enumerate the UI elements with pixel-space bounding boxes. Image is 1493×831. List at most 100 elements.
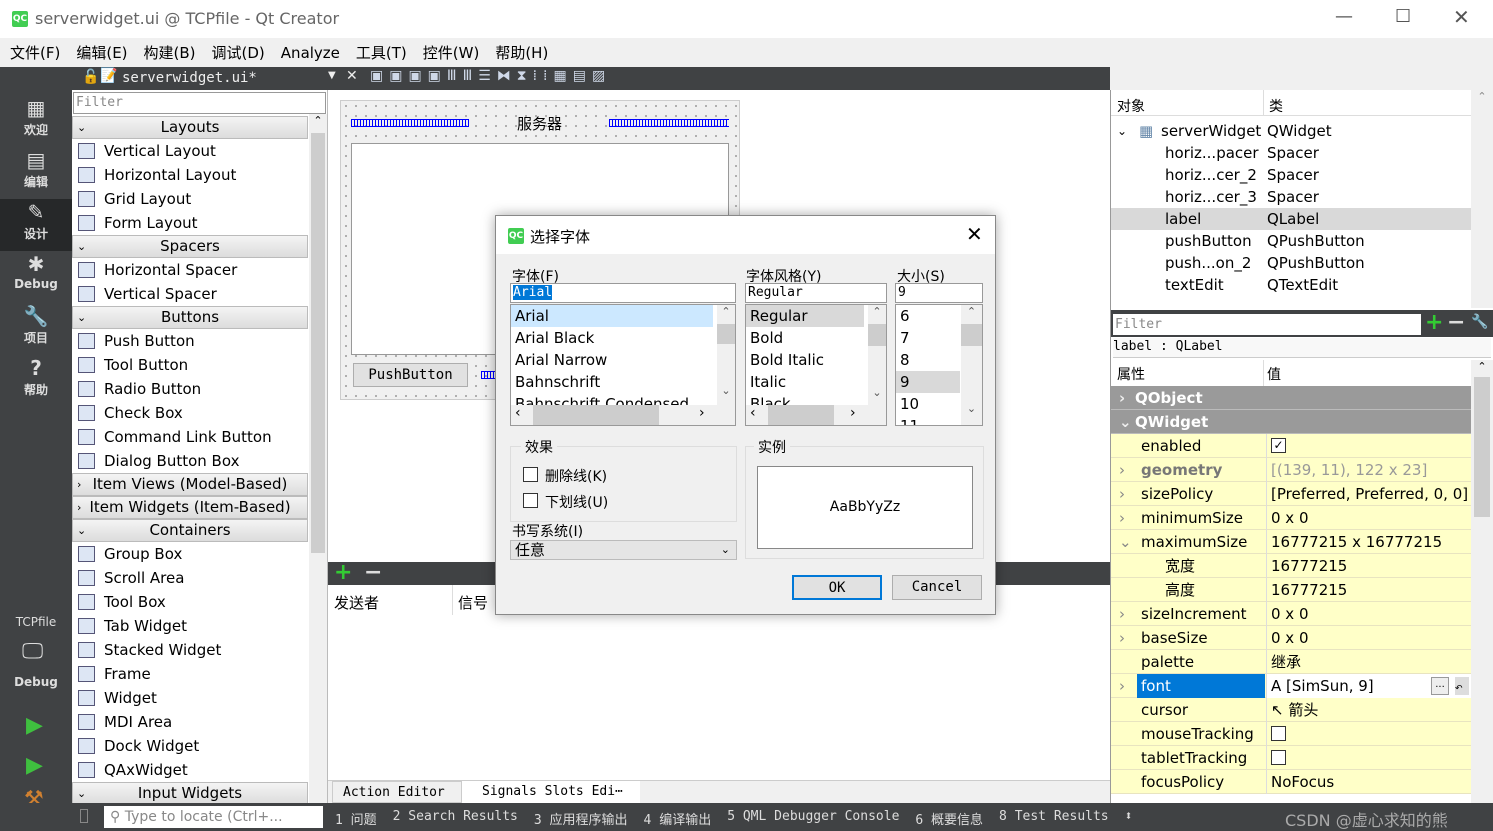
menu-item[interactable]: 工具(T) [356, 42, 407, 63]
mode-bug[interactable]: ✱ Debug [0, 251, 72, 303]
column-value[interactable]: 值 [1267, 364, 1281, 384]
property-row[interactable]: › baseSize 0 x 0 [1111, 626, 1471, 650]
tab-signals-slots-editor[interactable]: Signals Slots Edi⋯ [462, 781, 640, 803]
widget-item[interactable]: Scroll Area [72, 566, 308, 590]
widget-filter-input[interactable]: Filter [73, 92, 326, 114]
style-item[interactable]: Regular [746, 305, 864, 327]
widget-item[interactable]: Command Link Button [72, 425, 308, 449]
chevron-down-icon[interactable]: ⌄ [1119, 530, 1132, 554]
font-style-input[interactable]: Regular [745, 283, 887, 303]
widget-item[interactable]: Vertical Layout [72, 139, 308, 163]
font-item[interactable]: Arial [511, 305, 713, 327]
output-pane-button[interactable]: 6 概要信息 [915, 809, 983, 828]
object-inspector-scrollbar[interactable]: ⌃ [1471, 90, 1493, 308]
column-signal[interactable]: 信号 [458, 592, 488, 613]
chevron-down-icon[interactable]: ⌄ [1117, 120, 1127, 142]
property-value[interactable]: ↖ 箭头 [1266, 698, 1471, 722]
widget-item[interactable]: Push Button [72, 329, 308, 353]
mode-help[interactable]: ? 帮助 [0, 355, 72, 407]
size-item[interactable]: 9 [896, 371, 960, 393]
font-size-input[interactable]: 9 [895, 283, 983, 303]
widget-item[interactable]: Frame [72, 662, 308, 686]
close-file-icon[interactable]: ✕ [346, 68, 358, 84]
property-row[interactable]: palette 继承 [1111, 650, 1471, 674]
output-pane-button[interactable]: 5 QML Debugger Console [727, 809, 899, 828]
property-row[interactable]: › QObject [1111, 386, 1471, 410]
object-row[interactable]: push...on_2 QPushButton [1111, 252, 1471, 274]
chevron-right-icon[interactable]: › [1119, 626, 1125, 650]
widget-category[interactable]: ⌄ Spacers [72, 235, 308, 258]
property-value[interactable]: 0 x 0 [1266, 602, 1471, 626]
widget-item[interactable]: Tool Box [72, 590, 308, 614]
widget-item[interactable]: Form Layout [72, 211, 308, 235]
maximize-button[interactable]: ☐ [1395, 6, 1411, 27]
widget-item[interactable]: Tool Button [72, 353, 308, 377]
property-row[interactable]: mouseTracking [1111, 722, 1471, 746]
chevron-right-icon[interactable]: › [1119, 602, 1125, 626]
widget-item[interactable]: Check Box [72, 401, 308, 425]
font-item[interactable]: Arial Narrow [511, 349, 735, 371]
widget-category[interactable]: ⌄ Buttons [72, 306, 308, 329]
property-row[interactable]: 宽度 16777215 [1111, 554, 1471, 578]
property-value[interactable]: 16777215 [1266, 578, 1471, 602]
locate-input[interactable]: ⚲ Type to locate (Ctrl+... [104, 806, 323, 828]
style-item[interactable]: Italic [746, 371, 886, 393]
server-label[interactable]: 服务器 [517, 113, 562, 134]
mode-grid[interactable]: ▦ 欢迎 [0, 95, 72, 147]
ellipsis-button[interactable]: ... [1431, 677, 1449, 695]
property-value[interactable]: A [SimSun, 9]... ↶ [1266, 674, 1471, 698]
widget-item[interactable]: Horizontal Spacer [72, 258, 308, 282]
object-row[interactable]: ⌄ ▦ serverWidget QWidget [1111, 120, 1471, 142]
style-list-vscroll[interactable]: ⌃ ⌄ [868, 305, 886, 405]
menu-item[interactable]: 控件(W) [423, 42, 480, 63]
output-pane-button[interactable]: 4 编译输出 [644, 809, 712, 828]
property-row[interactable]: › sizePolicy [Preferred, Preferred, 0, 0] [1111, 482, 1471, 506]
mode-edit[interactable]: ▤ 编辑 [0, 147, 72, 199]
chevron-right-icon[interactable]: › [1119, 458, 1125, 482]
object-row[interactable]: pushButton QPushButton [1111, 230, 1471, 252]
close-button[interactable]: ✕ [1453, 5, 1470, 29]
widget-category[interactable]: ⌄ Input Widgets [72, 782, 308, 805]
column-property[interactable]: 属性 [1117, 364, 1145, 384]
property-row[interactable]: tabletTracking [1111, 746, 1471, 770]
property-value[interactable]: [Preferred, Preferred, 0, 0] [1266, 482, 1471, 506]
add-connection-icon[interactable]: + [334, 560, 352, 585]
font-item[interactable]: Bahnschrift [511, 371, 735, 393]
chevron-right-icon[interactable]: › [1119, 386, 1125, 410]
chevron-right-icon[interactable]: › [1119, 506, 1125, 530]
menu-item[interactable]: 构建(B) [144, 42, 196, 63]
horizontal-spacer-3[interactable] [481, 371, 495, 379]
mode-pencil[interactable]: ✎ 设计 [0, 199, 72, 251]
menu-item[interactable]: 文件(F) [10, 42, 60, 63]
property-value[interactable]: NoFocus [1266, 770, 1471, 794]
font-family-list[interactable]: Arial Arial Black Arial Narrow Bahnschrift B… [510, 304, 736, 426]
font-item[interactable]: Arial Black [511, 327, 735, 349]
output-pane-button[interactable]: 2 Search Results [393, 809, 518, 828]
sidebar-toggle-icon[interactable] [80, 809, 88, 823]
output-pane-button[interactable]: 3 应用程序输出 [534, 809, 628, 828]
property-value[interactable] [1266, 722, 1471, 746]
widget-item[interactable]: Grid Layout [72, 187, 308, 211]
file-dropdown-icon[interactable]: ▼ [328, 70, 336, 81]
style-item[interactable]: Bold Italic [746, 349, 886, 371]
property-value[interactable]: 16777215 x 16777215 [1266, 530, 1471, 554]
chevron-right-icon[interactable]: › [1119, 674, 1125, 698]
property-row[interactable]: › minimumSize 0 x 0 [1111, 506, 1471, 530]
object-row[interactable]: textEdit QTextEdit [1111, 274, 1471, 296]
remove-property-icon[interactable]: − [1447, 310, 1465, 335]
monitor-icon[interactable]: 🖵 [22, 639, 43, 664]
font-style-list[interactable]: Regular Bold Bold Italic Italic Black ⌃ ⌄ ‹ › [745, 304, 887, 426]
strikeout-checkbox[interactable] [523, 467, 538, 482]
ok-button[interactable]: OK [792, 575, 882, 600]
add-property-icon[interactable]: + [1425, 310, 1443, 335]
widget-item[interactable]: QAxWidget [72, 758, 308, 782]
widget-item[interactable]: Tab Widget [72, 614, 308, 638]
property-value[interactable]: ✓ [1266, 434, 1471, 458]
property-value[interactable]: 0 x 0 [1266, 506, 1471, 530]
property-value[interactable]: 16777215 [1266, 554, 1471, 578]
font-size-list[interactable]: 6 7 8 9 10 11 ⌃ ⌄ [895, 304, 983, 426]
column-class[interactable]: 类 [1269, 96, 1283, 116]
property-value[interactable]: [(139, 11), 122 x 23] [1266, 458, 1471, 482]
widget-box-scrollbar[interactable]: ⌃ [309, 114, 327, 804]
chevron-right-icon[interactable]: › [1119, 482, 1125, 506]
